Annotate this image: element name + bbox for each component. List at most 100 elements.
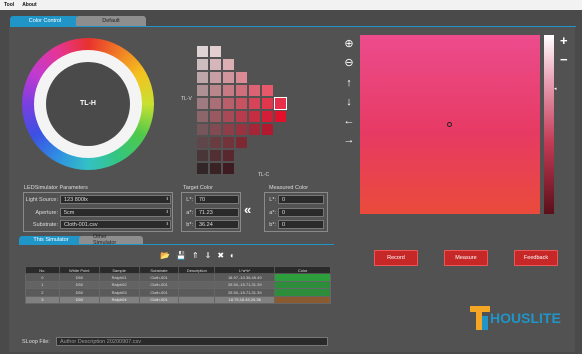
color-swatch[interactable] — [197, 85, 208, 96]
move-down-icon[interactable]: ⇓ — [205, 251, 212, 260]
color-marker[interactable] — [447, 122, 452, 127]
target-l-field[interactable]: 70 — [195, 195, 239, 204]
color-swatch[interactable] — [223, 59, 234, 70]
color-swatch[interactable] — [223, 85, 234, 96]
col-color[interactable]: Color — [274, 266, 331, 274]
color-swatch[interactable] — [210, 163, 221, 174]
loop-file-field[interactable]: Author Description 20200907.csv — [56, 337, 328, 346]
color-swatch[interactable] — [275, 111, 286, 122]
col-sample[interactable]: Sample — [98, 266, 140, 274]
plus-icon[interactable]: + — [560, 33, 568, 48]
zoom-out-icon[interactable]: ⊖ — [343, 57, 355, 69]
move-up-icon[interactable]: ⇑ — [192, 251, 199, 260]
clear-icon[interactable]: ◐ — [230, 251, 235, 260]
tab-color-control[interactable]: Color Control — [10, 16, 80, 26]
color-swatch[interactable] — [223, 111, 234, 122]
table-row[interactable]: 2 D50 Ralph03 Cloth-001 25.50,-15.71,31.… — [25, 288, 331, 297]
save-icon[interactable]: 💾 — [176, 251, 186, 260]
col-no[interactable]: No. — [25, 266, 60, 274]
color-swatch[interactable] — [223, 72, 234, 83]
col-white-point[interactable]: White Point — [58, 266, 100, 274]
color-swatch[interactable] — [223, 137, 234, 148]
color-swatch[interactable] — [249, 85, 260, 96]
table-row[interactable]: 3 D50 Ralph04 Cloth-001 18.75,18.45,26.3… — [25, 295, 331, 304]
light-source-field[interactable]: 123 800lx ⬍ — [60, 195, 171, 204]
table-row[interactable]: 0 D50 Ralph01 Cloth-001 18.97,-10.36,45.… — [25, 273, 331, 282]
color-swatch[interactable] — [249, 124, 260, 135]
cell-description — [178, 280, 216, 289]
color-swatch[interactable] — [236, 124, 247, 135]
target-b-field[interactable]: 36.24 — [195, 220, 239, 229]
target-a-field[interactable]: 71.23 — [195, 208, 239, 217]
color-swatch[interactable] — [236, 111, 247, 122]
color-swatch[interactable] — [223, 163, 234, 174]
menu-tool[interactable]: Tool — [4, 2, 14, 8]
cell-no: 0 — [25, 273, 60, 282]
color-swatch[interactable] — [210, 98, 221, 109]
menu-bar: Tool About — [0, 0, 582, 10]
color-swatch[interactable] — [210, 124, 221, 135]
color-swatch[interactable] — [249, 111, 260, 122]
cell-substrate: Cloth-001 — [138, 295, 180, 304]
tab-default[interactable]: Default — [76, 16, 146, 26]
color-swatch[interactable] — [197, 124, 208, 135]
lightness-marker-icon[interactable]: ◂ — [554, 86, 557, 92]
tab-other-simulator[interactable]: Other Simulator — [79, 234, 143, 246]
copy-measured-to-target-icon[interactable]: « — [244, 202, 251, 217]
arrow-up-icon[interactable]: ↑ — [343, 77, 355, 89]
table-row[interactable]: 1 D50 Ralph02 Cloth-001 25.50,-15.71,31.… — [25, 280, 331, 289]
color-swatch[interactable] — [197, 46, 208, 57]
color-swatch[interactable] — [262, 98, 273, 109]
color-swatch[interactable] — [249, 98, 260, 109]
color-swatch[interactable] — [210, 137, 221, 148]
color-swatch[interactable] — [197, 72, 208, 83]
color-swatch[interactable] — [223, 124, 234, 135]
feedback-button[interactable]: Feedback — [514, 250, 558, 266]
cell-color-swatch — [274, 280, 331, 289]
color-swatch[interactable] — [274, 97, 287, 110]
col-substrate[interactable]: Substrate — [138, 266, 180, 274]
minus-icon[interactable]: − — [560, 52, 568, 67]
measure-button[interactable]: Measure — [444, 250, 488, 266]
color-swatch[interactable] — [223, 150, 234, 161]
color-swatch[interactable] — [262, 85, 273, 96]
aperture-field[interactable]: 5cm ⬍ — [60, 208, 171, 217]
color-swatch[interactable] — [236, 72, 247, 83]
color-swatch[interactable] — [210, 46, 221, 57]
col-description[interactable]: Description — [178, 266, 216, 274]
color-swatch[interactable] — [210, 150, 221, 161]
color-swatch[interactable] — [197, 59, 208, 70]
color-swatch[interactable] — [197, 111, 208, 122]
color-swatch[interactable] — [262, 124, 273, 135]
record-button[interactable]: Record — [374, 250, 418, 266]
color-swatch[interactable] — [210, 111, 221, 122]
color-swatch[interactable] — [210, 59, 221, 70]
delete-icon[interactable]: ✖ — [217, 251, 224, 260]
arrow-down-icon[interactable]: ↓ — [343, 96, 355, 108]
col-lab[interactable]: L*a*b* — [214, 266, 276, 274]
color-swatch[interactable] — [197, 137, 208, 148]
color-swatch[interactable] — [197, 98, 208, 109]
color-swatch[interactable] — [236, 85, 247, 96]
spinner-icon[interactable]: ⬍ — [166, 221, 169, 226]
arrow-left-icon[interactable]: ← — [343, 115, 355, 127]
menu-about[interactable]: About — [22, 2, 36, 8]
color-swatch[interactable] — [210, 85, 221, 96]
lightness-slider[interactable] — [544, 35, 554, 214]
measured-l-label: L*: — [269, 197, 276, 203]
open-folder-icon[interactable]: 📂 — [160, 251, 170, 260]
zoom-in-icon[interactable]: ⊕ — [343, 38, 355, 50]
spinner-icon[interactable]: ⬍ — [166, 209, 169, 214]
cell-description — [178, 273, 216, 282]
color-swatch[interactable] — [236, 98, 247, 109]
color-swatch[interactable] — [262, 111, 273, 122]
substrate-field[interactable]: Cloth-001.csv ⬍ — [60, 220, 171, 229]
color-swatch[interactable] — [236, 137, 247, 148]
arrow-right-icon[interactable]: → — [343, 134, 355, 146]
color-swatch[interactable] — [197, 150, 208, 161]
color-swatch[interactable] — [197, 163, 208, 174]
spinner-icon[interactable]: ⬍ — [166, 196, 169, 201]
color-swatch[interactable] — [223, 98, 234, 109]
color-swatch[interactable] — [210, 72, 221, 83]
tab-this-simulator[interactable]: This Simulator — [19, 236, 83, 244]
